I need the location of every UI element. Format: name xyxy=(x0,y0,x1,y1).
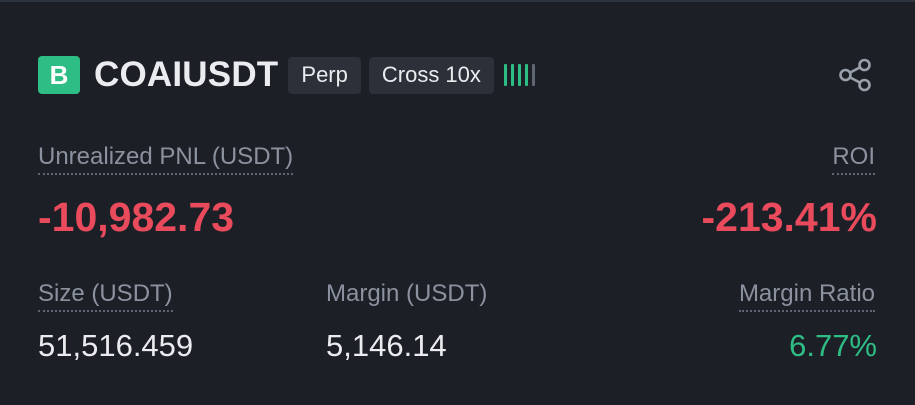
margin-value: 5,146.14 xyxy=(326,328,447,363)
adl-indicator xyxy=(503,60,535,90)
adl-bar xyxy=(531,64,535,86)
share-icon xyxy=(839,58,871,92)
top-divider xyxy=(0,0,915,2)
adl-bar xyxy=(524,64,528,86)
margin-ratio-value: 6.77% xyxy=(789,328,877,363)
margin-label: Margin (USDT) xyxy=(326,280,488,307)
share-button[interactable] xyxy=(836,56,876,94)
margin-mode-tag[interactable]: Cross 10x xyxy=(368,56,494,94)
adl-bar xyxy=(517,64,521,86)
unrealized-pnl-label[interactable]: Unrealized PNL (USDT) xyxy=(38,142,294,175)
roi-value: -213.41% xyxy=(701,194,877,240)
side-badge: B xyxy=(38,56,80,94)
adl-bar xyxy=(510,64,514,86)
contract-type-tag: Perp xyxy=(288,56,361,94)
roi-label[interactable]: ROI xyxy=(832,142,875,175)
unrealized-pnl-value: -10,982.73 xyxy=(38,194,235,240)
position-header: B COAIUSDT Perp Cross 10x xyxy=(38,55,535,95)
margin-ratio-label[interactable]: Margin Ratio xyxy=(738,279,875,312)
symbol-title[interactable]: COAIUSDT xyxy=(94,55,278,95)
size-label: Size (USDT) xyxy=(38,279,173,312)
adl-bar xyxy=(503,64,507,86)
size-value: 51,516.459 xyxy=(38,328,194,363)
